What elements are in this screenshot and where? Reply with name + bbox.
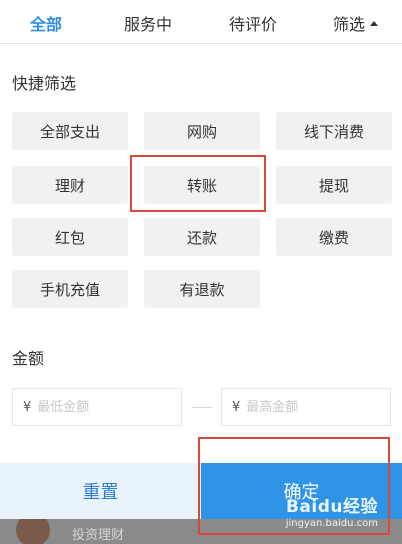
filter-chip-repayment[interactable]: 还款	[144, 218, 260, 256]
tab-all[interactable]: 全部	[30, 11, 62, 35]
max-amount-input[interactable]	[246, 399, 377, 415]
baidu-jingyan-watermark: Baidu经验 jingyan.baidu.com	[286, 492, 378, 529]
filter-chip-wealth[interactable]: 理财	[12, 166, 128, 204]
watermark-logo: Baidu经验	[285, 497, 378, 517]
filter-tab-bar: 全部 服务中 待评价 筛选	[0, 0, 402, 44]
min-amount-input[interactable]	[37, 399, 168, 415]
min-amount-field[interactable]: ¥	[12, 388, 182, 426]
currency-symbol: ¥	[232, 399, 241, 415]
filter-chip-bill-payment[interactable]: 缴费	[276, 218, 392, 256]
filter-chip-offline-spending[interactable]: 线下消费	[276, 112, 392, 150]
filter-chip-refunded[interactable]: 有退款	[144, 270, 260, 308]
range-separator	[192, 407, 212, 408]
filter-chip-all-expenses[interactable]: 全部支出	[12, 112, 128, 150]
tab-filter-label: 筛选	[333, 15, 366, 34]
filter-chip-transfer[interactable]: 转账	[144, 166, 260, 204]
currency-symbol: ¥	[23, 399, 32, 415]
amount-title: 金额	[12, 349, 45, 368]
filter-chip-withdraw[interactable]: 提现	[276, 166, 392, 204]
tab-pending-review[interactable]: 待评价	[229, 11, 277, 35]
reset-button[interactable]: 重置	[0, 463, 201, 519]
tab-in-service[interactable]: 服务中	[124, 11, 172, 35]
caret-up-icon	[370, 21, 379, 26]
filter-chip-red-packet[interactable]: 红包	[12, 218, 128, 256]
peek-item-label: 投资理财	[72, 528, 125, 543]
tab-filter[interactable]: 筛选	[333, 11, 379, 35]
filter-chip-online-shopping[interactable]: 网购	[144, 112, 260, 150]
watermark-url: jingyan.baidu.com	[285, 518, 378, 529]
quick-filter-title: 快捷筛选	[12, 74, 77, 93]
filter-chip-mobile-topup[interactable]: 手机充值	[12, 270, 128, 308]
max-amount-field[interactable]: ¥	[221, 388, 391, 426]
